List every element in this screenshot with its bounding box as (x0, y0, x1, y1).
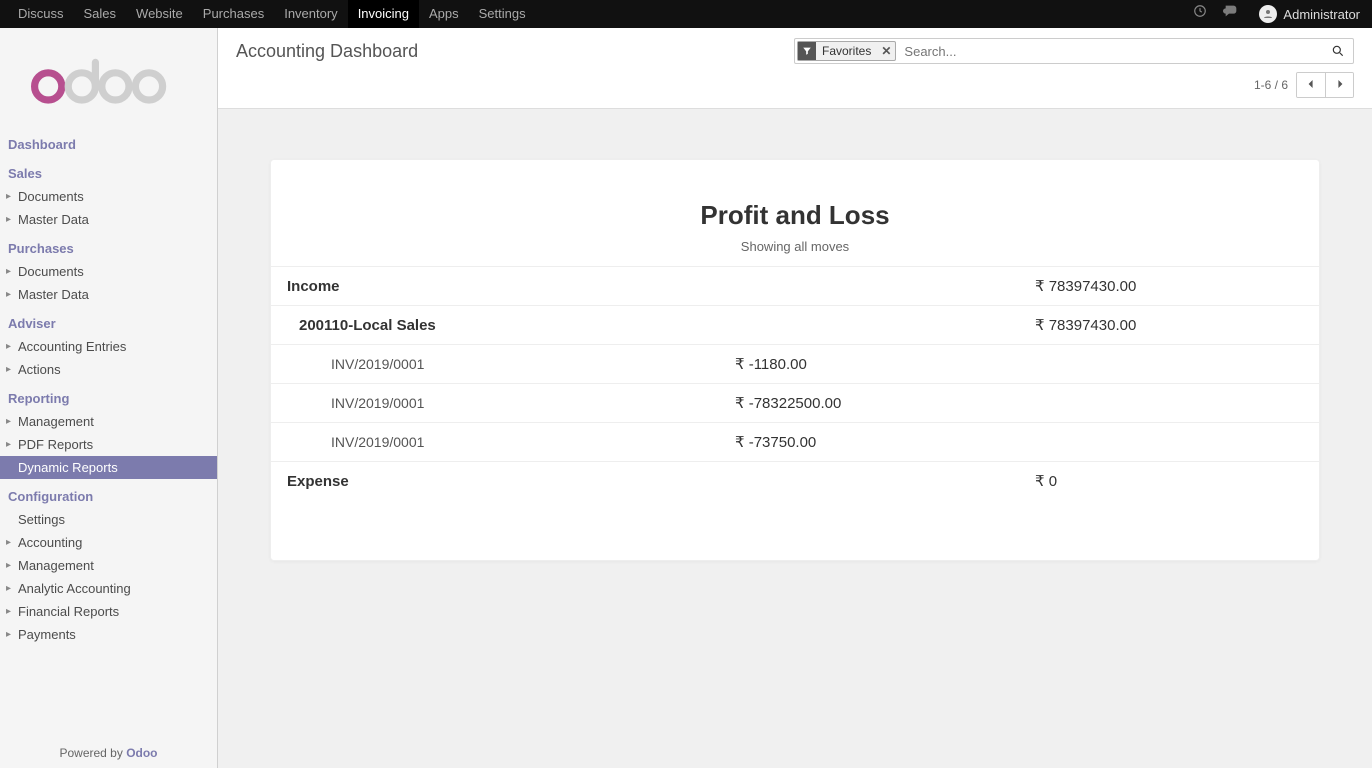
nav-discuss[interactable]: Discuss (8, 0, 74, 28)
sidebar-header-adviser[interactable]: Adviser (0, 312, 217, 335)
control-panel: Accounting Dashboard Favorites ✕ (218, 28, 1372, 109)
sidebar-item-management[interactable]: Management (0, 554, 217, 577)
row-amount-right: ₹ 0 (1019, 462, 1319, 501)
sidebar-item-financial-reports[interactable]: Financial Reports (0, 600, 217, 623)
footer-prefix: Powered by (59, 746, 126, 760)
report-row: 200110-Local Sales ₹ 78397430.00 (271, 306, 1319, 345)
report-row: Expense ₹ 0 (271, 462, 1319, 501)
report-row: INV/2019/0001₹ -78322500.00 (271, 384, 1319, 423)
pager-prev-button[interactable] (1297, 73, 1325, 97)
sidebar-header-reporting[interactable]: Reporting (0, 387, 217, 410)
sidebar-item-accounting-entries[interactable]: Accounting Entries (0, 335, 217, 358)
row-label: INV/2019/0001 (271, 384, 719, 423)
row-amount-mid (719, 462, 1019, 501)
facet-label: Favorites (816, 44, 877, 58)
footer-brand-link[interactable]: Odoo (126, 746, 157, 760)
row-amount-mid (719, 267, 1019, 306)
row-amount-right: ₹ 78397430.00 (1019, 306, 1319, 345)
sidebar: DashboardSalesDocumentsMaster DataPurcha… (0, 28, 218, 768)
sidebar-item-accounting[interactable]: Accounting (0, 531, 217, 554)
report-row: INV/2019/0001₹ -73750.00 (271, 423, 1319, 462)
brand-logo (0, 28, 217, 129)
row-label: Income (271, 267, 719, 306)
main-area: Accounting Dashboard Favorites ✕ (218, 28, 1372, 768)
row-amount-right (1019, 345, 1319, 384)
sidebar-header-sales[interactable]: Sales (0, 162, 217, 185)
report-title: Profit and Loss (271, 200, 1319, 231)
user-menu[interactable]: Administrator (1247, 5, 1372, 23)
sidebar-item-management[interactable]: Management (0, 410, 217, 433)
avatar-icon (1259, 5, 1277, 23)
nav-inventory[interactable]: Inventory (274, 0, 347, 28)
facet-remove-icon[interactable]: ✕ (877, 44, 895, 58)
row-label: Expense (271, 462, 719, 501)
sidebar-item-documents[interactable]: Documents (0, 185, 217, 208)
search-icon[interactable] (1323, 44, 1353, 58)
row-label: 200110-Local Sales (271, 306, 719, 345)
nav-purchases[interactable]: Purchases (193, 0, 274, 28)
pager-text: 1-6 / 6 (1254, 78, 1288, 92)
sidebar-item-documents[interactable]: Documents (0, 260, 217, 283)
page-title: Accounting Dashboard (236, 41, 418, 62)
search-bar[interactable]: Favorites ✕ (794, 38, 1354, 64)
report-card: Profit and Loss Showing all moves Income… (270, 159, 1320, 561)
pager-next-button[interactable] (1325, 73, 1353, 97)
user-name: Administrator (1283, 7, 1360, 22)
sidebar-item-master-data[interactable]: Master Data (0, 283, 217, 306)
nav-apps[interactable]: Apps (419, 0, 469, 28)
sidebar-header-dashboard[interactable]: Dashboard (0, 133, 217, 156)
activities-icon[interactable] (1185, 0, 1215, 28)
sidebar-item-dynamic-reports[interactable]: Dynamic Reports (0, 456, 217, 479)
search-facet-favorites: Favorites ✕ (797, 41, 896, 61)
messaging-icon[interactable] (1215, 0, 1247, 28)
sidebar-header-configuration[interactable]: Configuration (0, 485, 217, 508)
row-amount-mid: ₹ -73750.00 (719, 423, 1019, 462)
nav-settings[interactable]: Settings (469, 0, 536, 28)
filter-icon (798, 42, 816, 60)
sidebar-item-pdf-reports[interactable]: PDF Reports (0, 433, 217, 456)
report-row: INV/2019/0001₹ -1180.00 (271, 345, 1319, 384)
sidebar-item-payments[interactable]: Payments (0, 623, 217, 646)
row-amount-mid: ₹ -1180.00 (719, 345, 1019, 384)
row-amount-right (1019, 384, 1319, 423)
row-amount-mid (719, 306, 1019, 345)
sidebar-header-purchases[interactable]: Purchases (0, 237, 217, 260)
row-label: INV/2019/0001 (271, 423, 719, 462)
nav-invoicing[interactable]: Invoicing (348, 0, 419, 28)
sidebar-item-master-data[interactable]: Master Data (0, 208, 217, 231)
row-amount-mid: ₹ -78322500.00 (719, 384, 1019, 423)
report-row: Income ₹ 78397430.00 (271, 267, 1319, 306)
sidebar-footer: Powered by Odoo (0, 738, 217, 768)
top-nav: DiscussSalesWebsitePurchasesInventoryInv… (0, 0, 1372, 28)
search-input[interactable] (898, 44, 1323, 59)
row-label: INV/2019/0001 (271, 345, 719, 384)
nav-website[interactable]: Website (126, 0, 193, 28)
sidebar-item-analytic-accounting[interactable]: Analytic Accounting (0, 577, 217, 600)
sidebar-item-settings[interactable]: Settings (0, 508, 217, 531)
sidebar-item-actions[interactable]: Actions (0, 358, 217, 381)
report-subtitle: Showing all moves (271, 239, 1319, 254)
nav-sales[interactable]: Sales (74, 0, 127, 28)
row-amount-right: ₹ 78397430.00 (1019, 267, 1319, 306)
row-amount-right (1019, 423, 1319, 462)
pager (1296, 72, 1354, 98)
